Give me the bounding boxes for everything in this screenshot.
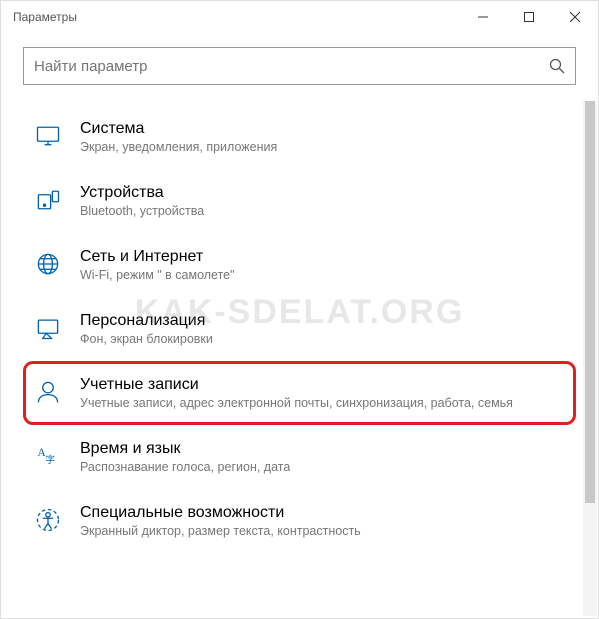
time-lang-icon: A字 bbox=[32, 440, 64, 472]
titlebar: Параметры bbox=[1, 1, 598, 33]
scroll-thumb[interactable] bbox=[585, 101, 595, 503]
category-desc: Экранный диктор, размер текста, контраст… bbox=[80, 524, 361, 538]
category-network[interactable]: Сеть и Интернет Wi-Fi, режим " в самолет… bbox=[23, 233, 576, 297]
search-icon bbox=[549, 58, 565, 74]
category-title: Время и язык bbox=[80, 440, 290, 458]
window-controls bbox=[460, 1, 598, 33]
close-button[interactable] bbox=[552, 1, 598, 33]
system-icon bbox=[32, 120, 64, 152]
category-devices[interactable]: Устройства Bluetooth, устройства bbox=[23, 169, 576, 233]
category-title: Специальные возможности bbox=[80, 504, 361, 522]
category-title: Система bbox=[80, 120, 277, 138]
category-title: Сеть и Интернет bbox=[80, 248, 235, 266]
category-ease[interactable]: Специальные возможности Экранный диктор,… bbox=[23, 489, 576, 553]
window-title: Параметры bbox=[13, 10, 460, 24]
category-title: Учетные записи bbox=[80, 376, 513, 394]
search-box[interactable] bbox=[23, 47, 576, 85]
minimize-button[interactable] bbox=[460, 1, 506, 33]
ease-of-access-icon bbox=[32, 504, 64, 536]
category-desc: Фон, экран блокировки bbox=[80, 332, 213, 346]
category-list: Система Экран, уведомления, приложения У… bbox=[23, 105, 576, 553]
vertical-scrollbar[interactable] bbox=[583, 101, 597, 616]
category-personalization[interactable]: Персонализация Фон, экран блокировки bbox=[23, 297, 576, 361]
category-desc: Учетные записи, адрес электронной почты,… bbox=[80, 396, 513, 410]
paintbrush-icon bbox=[32, 312, 64, 344]
content-area: KAK-SDELAT.ORG Система Экран, уведомлени… bbox=[1, 33, 598, 618]
category-accounts[interactable]: Учетные записи Учетные записи, адрес эле… bbox=[23, 361, 576, 425]
svg-text:字: 字 bbox=[45, 454, 55, 466]
category-desc: Wi-Fi, режим " в самолете" bbox=[80, 268, 235, 282]
category-desc: Распознавание голоса, регион, дата bbox=[80, 460, 290, 474]
category-desc: Bluetooth, устройства bbox=[80, 204, 204, 218]
category-title: Устройства bbox=[80, 184, 204, 202]
category-system[interactable]: Система Экран, уведомления, приложения bbox=[23, 105, 576, 169]
category-timelang[interactable]: A字 Время и язык Распознавание голоса, ре… bbox=[23, 425, 576, 489]
globe-icon bbox=[32, 248, 64, 280]
maximize-button[interactable] bbox=[506, 1, 552, 33]
category-title: Персонализация bbox=[80, 312, 213, 330]
search-input[interactable] bbox=[34, 58, 549, 75]
settings-window: Параметры KAK-SDELAT.ORG bbox=[1, 1, 598, 618]
person-icon bbox=[32, 376, 64, 408]
devices-icon bbox=[32, 184, 64, 216]
category-desc: Экран, уведомления, приложения bbox=[80, 140, 277, 154]
